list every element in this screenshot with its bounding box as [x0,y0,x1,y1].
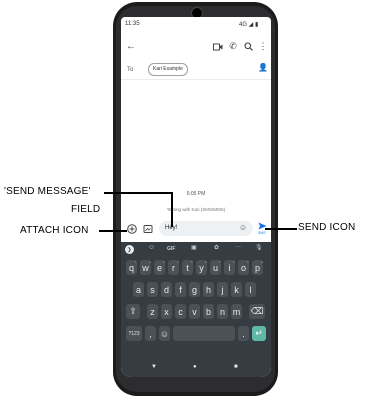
key-g[interactable]: g [189,282,200,297]
comma-key[interactable]: , [145,326,156,341]
key-b[interactable]: b [203,304,214,319]
keyboard: ❯ ☺ GIF ▣ ✿ ··· 🎙 q w e r t y u i o p 1 … [121,242,271,360]
attach-add-icon[interactable] [127,224,137,234]
key-hint-2: 2 [149,260,151,264]
callout-line-attach [99,230,127,232]
emoji-icon[interactable]: ☺ [239,223,247,232]
key-f[interactable]: f [175,282,186,297]
key-hint-4: 4 [177,260,179,264]
nav-recents-icon[interactable]: ■ [234,364,238,370]
add-person-icon[interactable]: 👤 [258,62,268,72]
to-label: To [127,67,134,73]
key-hint-0: 0 [261,260,263,264]
microphone-icon[interactable]: 🎙 [255,244,263,251]
backspace-key[interactable]: ⌫ [249,304,265,319]
key-m[interactable]: m [231,304,242,319]
callout-line-field-v [171,192,173,227]
key-hint-1: 1 [135,260,137,264]
back-arrow-icon[interactable]: ← [126,41,136,52]
key-n[interactable]: n [217,304,228,319]
period-key[interactable]: . [238,326,249,341]
key-d[interactable]: d [161,282,172,297]
screen: 11:35 4G ◢ ▮ ← ✆ ⋮ To Kari Example 👤 6:0… [121,17,271,377]
sticker-icon[interactable]: ☺ [148,244,155,251]
settings-icon[interactable]: ✿ [214,244,219,251]
key-hint-6: 6 [205,260,207,264]
status-signal-icon: 4G ◢ ▮ [239,22,259,28]
key-hint-3: 3 [163,260,165,264]
emoji-key[interactable]: ☺ [159,326,170,341]
space-bar[interactable] [173,326,235,341]
status-time: 11:35 [125,21,140,27]
key-k[interactable]: k [231,282,242,297]
clipboard-icon[interactable]: ▣ [191,244,197,251]
callout-send-message-field: 'SEND MESSAGE' [4,186,91,197]
callout-line-field-h [104,192,173,194]
enter-key[interactable]: ↵ [252,326,266,341]
gif-button[interactable]: GIF [167,246,175,252]
shift-key[interactable]: ⇧ [126,304,140,319]
key-hint-9: 9 [247,260,249,264]
key-c[interactable]: c [175,304,186,319]
send-message-field[interactable]: Hey! ☺ [159,221,253,236]
callout-send-icon: SEND ICON [298,222,356,233]
more-tools-icon[interactable]: ··· [235,244,241,250]
phone-call-icon[interactable]: ✆ [228,40,238,52]
recipient-chip[interactable]: Kari Example [148,63,188,76]
keyboard-expand-icon[interactable]: ❯ [125,245,134,254]
key-a[interactable]: a [133,282,144,297]
video-call-icon[interactable] [213,43,223,51]
key-hint-7: 7 [219,260,221,264]
divider [121,79,271,80]
callout-field: FIELD [71,204,101,215]
key-x[interactable]: x [161,304,172,319]
key-hint-5: 5 [191,260,193,264]
key-hint-8: 8 [233,260,235,264]
navigation-bar: ▼ ● ■ [121,360,271,377]
conversation-info: Texting with Kari (SMS/MMS) [166,207,226,212]
more-options-icon[interactable]: ⋮ [259,40,268,52]
symbols-key[interactable]: ?123 [126,326,142,341]
callout-attach-icon: ATTACH ICON [20,225,89,236]
key-s[interactable]: s [147,282,158,297]
nav-home-icon[interactable]: ● [193,364,197,370]
search-icon[interactable] [244,42,253,51]
callout-line-send [265,228,297,230]
send-sms-label: SMS [258,231,266,235]
nav-back-icon[interactable]: ▼ [151,364,157,370]
key-h[interactable]: h [203,282,214,297]
key-l[interactable]: l [245,282,256,297]
key-z[interactable]: z [147,304,158,319]
key-v[interactable]: v [189,304,200,319]
key-j[interactable]: j [217,282,228,297]
gallery-icon[interactable] [143,224,153,234]
